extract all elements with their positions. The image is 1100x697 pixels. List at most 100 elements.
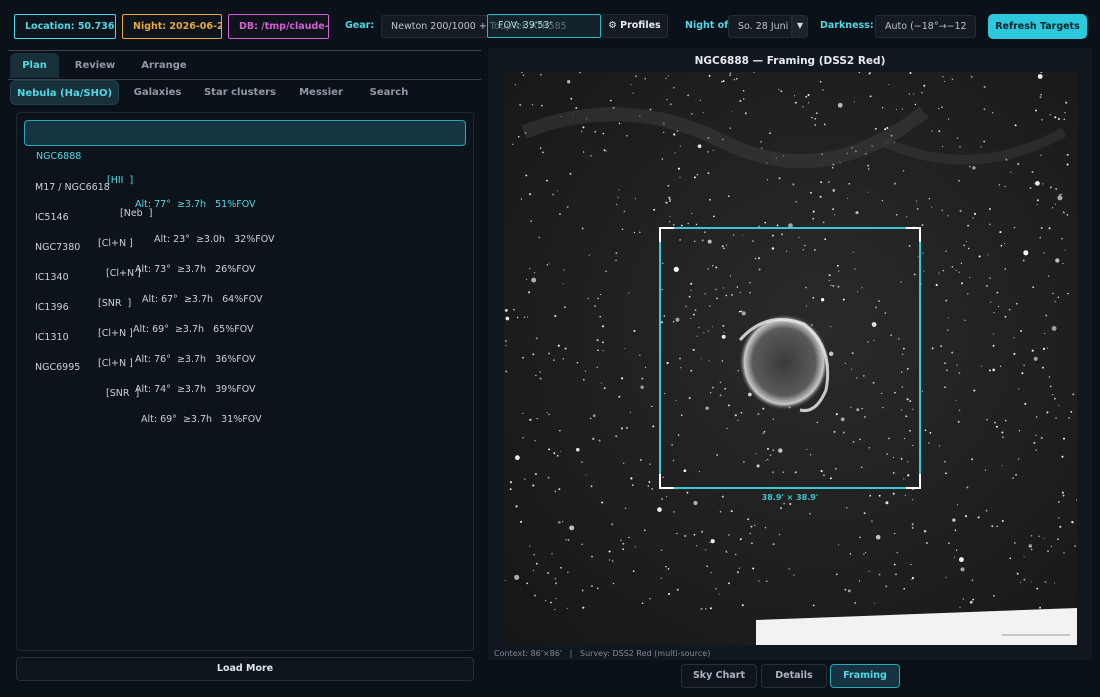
target-row[interactable]: NGC7380 [Cl+N ] Alt: 67° ≥3.7h 64%FOV	[24, 209, 466, 305]
star	[951, 351, 954, 354]
tab-review[interactable]: Review	[64, 53, 126, 78]
star	[547, 571, 550, 575]
target-row[interactable]: IC5146 [Cl+N ] Alt: 73° ≥3.7h 26%FOV	[24, 179, 466, 275]
star	[780, 233, 784, 236]
star	[973, 389, 976, 392]
star	[624, 347, 626, 350]
star	[903, 347, 905, 350]
star	[940, 345, 943, 348]
star	[1054, 301, 1056, 303]
fov-size-label: 38.9' × 38.9'	[762, 493, 819, 502]
star	[729, 74, 732, 77]
star	[909, 72, 912, 74]
star	[1038, 535, 1040, 538]
star	[679, 145, 681, 147]
target-row[interactable]: IC1310 [Cl+N ] Alt: 74° ≥3.7h 39%FOV	[24, 299, 466, 395]
star	[798, 236, 800, 239]
target-row[interactable]: IC1340 [SNR ] Alt: 69° ≥3.7h 65%FOV	[24, 239, 466, 335]
star	[1001, 465, 1003, 467]
details-button[interactable]: Details	[761, 664, 827, 688]
tab-search[interactable]: Search	[361, 80, 417, 105]
star	[778, 533, 781, 536]
star	[1012, 477, 1014, 479]
star	[1023, 364, 1025, 366]
star	[596, 587, 599, 590]
star	[535, 337, 538, 340]
tab-star-clusters[interactable]: Star clusters	[200, 80, 280, 105]
location-chip[interactable]: Location: 50.7362°, 7.1	[14, 14, 116, 39]
target-row[interactable]: NGC6995 [SNR ] Alt: 69° ≥3.7h 31%FOV	[24, 329, 466, 425]
star	[509, 488, 512, 491]
star	[602, 132, 604, 135]
star	[997, 305, 1000, 308]
star	[1074, 545, 1076, 547]
star	[1066, 163, 1069, 166]
tab-galaxies[interactable]: Galaxies	[126, 80, 189, 105]
tab-nebula[interactable]: Nebula (Ha/SHO)	[10, 80, 119, 105]
star	[666, 98, 668, 101]
star	[867, 191, 869, 193]
darkness-select[interactable]: Auto (−18°→−12	[875, 15, 976, 38]
star	[859, 536, 861, 539]
star	[807, 94, 810, 96]
star	[780, 507, 782, 509]
star	[1020, 329, 1023, 332]
star	[647, 485, 650, 487]
star	[693, 501, 698, 505]
target-info: Alt: 69° ≥3.7h 31%FOV	[141, 414, 262, 425]
star	[615, 259, 617, 262]
star	[669, 215, 671, 217]
star	[661, 288, 663, 291]
target-row[interactable]: M17 / NGC6618 [Neb ] Alt: 23° ≥3.0h 32%F…	[24, 149, 466, 245]
star	[921, 390, 924, 392]
night-chip[interactable]: Night: 2026-06-28 22:	[122, 14, 222, 39]
star	[956, 137, 959, 139]
star	[996, 291, 999, 294]
tab-messier[interactable]: Messier	[291, 80, 351, 105]
tab-plan[interactable]: Plan	[10, 53, 59, 78]
star	[1050, 545, 1053, 548]
gear-icon: ⚙	[608, 20, 617, 31]
star	[620, 427, 623, 430]
framing-image[interactable]: 38.9' × 38.9'	[504, 72, 1077, 645]
star	[1017, 162, 1020, 165]
star	[850, 406, 852, 408]
star	[522, 74, 525, 76]
sky-chart-button[interactable]: Sky Chart	[681, 664, 757, 688]
star	[535, 562, 538, 565]
refresh-targets-button[interactable]: Refresh Targets	[988, 14, 1087, 39]
star	[522, 437, 524, 439]
star	[942, 75, 944, 78]
star	[517, 135, 520, 138]
target-row[interactable]: IC1396 [Cl+N ] Alt: 76° ≥3.7h 36%FOV	[24, 269, 466, 365]
star	[867, 164, 870, 167]
star	[641, 377, 644, 380]
star	[531, 104, 534, 106]
star	[844, 588, 847, 591]
star	[633, 231, 636, 234]
star	[1036, 199, 1039, 202]
star	[912, 93, 915, 95]
star	[911, 576, 914, 580]
star	[725, 551, 728, 553]
star	[1058, 517, 1060, 519]
star	[1043, 537, 1045, 539]
framing-button[interactable]: Framing	[830, 664, 900, 688]
star	[783, 502, 785, 505]
database-chip[interactable]: DB: /tmp/claude-10	[228, 14, 329, 39]
star	[756, 464, 760, 468]
target-row-selected[interactable]: NGC6888 [HII ] Alt: 77° ≥3.7h 51%FOV	[24, 120, 466, 210]
star	[814, 124, 816, 126]
target-name: NGC6995	[35, 362, 81, 373]
star	[935, 283, 938, 287]
star	[1055, 187, 1058, 190]
load-more-button[interactable]: Load More	[16, 657, 474, 681]
star	[708, 360, 710, 362]
tab-arrange[interactable]: Arrange	[131, 53, 197, 78]
star	[708, 198, 711, 201]
star	[555, 582, 558, 585]
night-of-select[interactable]: So. 28 Juni	[728, 15, 792, 38]
profiles-button[interactable]: ⚙ Profiles	[601, 14, 668, 38]
chevron-down-icon[interactable]: ▼	[792, 15, 808, 38]
star	[648, 481, 651, 483]
